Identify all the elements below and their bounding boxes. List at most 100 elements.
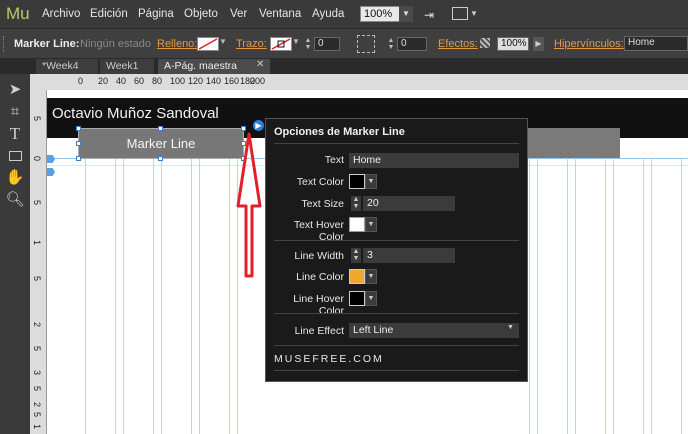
text-size-input[interactable]: 20 [363, 196, 455, 211]
menu-edicion[interactable]: Edición [90, 8, 128, 20]
stroke-dropdown-icon[interactable]: ▼ [292, 37, 300, 46]
line-color-dropdown-icon[interactable]: ▼ [365, 269, 377, 284]
line-hover-color-swatch[interactable] [349, 291, 365, 306]
stroke-stepper-icon[interactable]: ▲ ▼ [303, 37, 313, 51]
ruler-h-label: 20 [98, 76, 109, 86]
site-title[interactable]: Octavio Muñoz Sandoval [52, 105, 219, 122]
line-width-input[interactable]: 3 [363, 248, 455, 263]
state-label[interactable]: Ningún estado [80, 38, 151, 50]
stroke-link[interactable]: Trazo: [236, 38, 267, 50]
ruler-h-label: 160 [224, 76, 240, 86]
corner-stepper-icon[interactable]: ▲ ▼ [386, 37, 396, 51]
column-guide [199, 158, 200, 434]
ruler-h-label: 0 [78, 76, 84, 86]
ruler-v-label: 0 [32, 156, 42, 162]
tab-week4[interactable]: *Week4 [36, 59, 98, 74]
element-label: Marker Line: [14, 38, 80, 50]
crop-tool-icon[interactable]: ⌗ [5, 102, 25, 122]
tab-close-icon[interactable]: ✕ [256, 59, 264, 70]
divider [274, 313, 519, 314]
line-effect-dropdown-icon[interactable]: ▼ [507, 324, 514, 331]
zoom-tool-icon[interactable]: 🔍︎ [5, 190, 25, 210]
text-hover-color-swatch[interactable] [349, 217, 365, 232]
text-label: Text [324, 154, 344, 166]
selection-handle[interactable] [76, 156, 81, 161]
column-guide [161, 158, 162, 434]
effects-icon[interactable] [480, 38, 490, 48]
vertical-ruler: 5 0 5 1 5 2 5 3 5 2 5 1 [30, 90, 47, 434]
divider [274, 240, 519, 241]
upload-icon[interactable]: ⇥ [424, 8, 434, 22]
menu-ventana[interactable]: Ventana [259, 8, 301, 20]
column-guide [643, 158, 644, 434]
line-effect-label: Line Effect [294, 325, 344, 337]
column-guide [537, 158, 538, 434]
ruler-h-label: 60 [134, 76, 145, 86]
ruler-h-label: 140 [206, 76, 222, 86]
effects-link[interactable]: Efectos: [438, 38, 478, 50]
zoom-dropdown-icon[interactable]: ▼ [399, 6, 413, 22]
selection-handle[interactable] [76, 126, 81, 131]
preview-icon[interactable] [452, 7, 468, 20]
panel-title: Opciones de Marker Line [274, 126, 405, 138]
text-input[interactable]: Home [349, 153, 519, 168]
horizontal-ruler: 0 20 40 60 80 100 120 140 160 180 200 [30, 74, 688, 91]
marker-line-widget[interactable]: Marker Line [78, 128, 244, 159]
ruler-v-label: 1 [32, 424, 42, 430]
preview-dropdown-icon[interactable]: ▼ [470, 9, 478, 18]
menu-archivo[interactable]: Archivo [42, 8, 80, 20]
hand-tool-icon[interactable]: ✋ [5, 168, 25, 188]
ruler-v-label: 5 [32, 386, 42, 392]
selection-handle[interactable] [158, 126, 163, 131]
selection-tool-icon[interactable]: ➤ [5, 80, 25, 100]
nav-bar-placeholder[interactable] [520, 128, 620, 159]
column-guide [575, 158, 576, 434]
selection-handle[interactable] [158, 156, 163, 161]
menu-objeto[interactable]: Objeto [184, 8, 218, 20]
options-toggle-icon[interactable]: ▶ [253, 120, 264, 131]
brand-label: MUSEFREE.COM [274, 353, 384, 365]
column-guide [123, 158, 124, 434]
ruler-v-label: 5 [32, 276, 42, 282]
menu-ayuda[interactable]: Ayuda [312, 8, 344, 20]
column-guide [605, 158, 606, 434]
text-tool-icon[interactable]: T [5, 124, 25, 144]
ruler-v-label: 1 [32, 240, 42, 246]
text-color-swatch[interactable] [349, 174, 365, 189]
column-guide [529, 158, 530, 434]
tab-master-page[interactable]: A-Pág. maestra [158, 59, 270, 74]
text-color-dropdown-icon[interactable]: ▼ [365, 174, 377, 189]
ruler-v-label: 5 [32, 412, 42, 418]
corner-radius-input[interactable]: 0 [397, 37, 427, 51]
line-width-stepper-icon[interactable]: ▲ ▼ [351, 248, 361, 263]
divider [274, 370, 519, 371]
text-hover-color-dropdown-icon[interactable]: ▼ [365, 217, 377, 232]
text-size-stepper-icon[interactable]: ▲ ▼ [351, 196, 361, 211]
corner-radius-icon [357, 35, 375, 53]
line-hover-color-dropdown-icon[interactable]: ▼ [365, 291, 377, 306]
column-guide [567, 158, 568, 434]
opacity-arrow-icon[interactable]: ▶ [533, 37, 544, 51]
selection-handle[interactable] [241, 126, 246, 131]
line-effect-select[interactable]: Left Line [349, 323, 519, 338]
ruler-v-label: 2 [32, 322, 42, 328]
rectangle-tool-icon[interactable] [5, 146, 25, 166]
hyperlink-select[interactable]: Home [624, 36, 688, 51]
hyperlinks-link[interactable]: Hipervínculos: [554, 38, 624, 50]
line-color-label: Line Color [296, 271, 344, 283]
fill-dropdown-icon[interactable]: ▼ [219, 37, 227, 46]
opacity-input[interactable]: 100% [497, 37, 529, 51]
menu-ver[interactable]: Ver [230, 8, 247, 20]
marker-line-options-panel: Opciones de Marker Line Text Home Text C… [265, 118, 528, 382]
fill-swatch[interactable] [197, 37, 219, 51]
stroke-swatch[interactable] [270, 37, 292, 51]
text-size-label: Text Size [301, 198, 344, 210]
ruler-v-label: 5 [32, 200, 42, 206]
tab-week1[interactable]: Week1 [100, 59, 154, 74]
column-guide [681, 158, 682, 434]
selection-handle[interactable] [76, 141, 81, 146]
line-color-swatch[interactable] [349, 269, 365, 284]
menu-pagina[interactable]: Página [138, 8, 174, 20]
fill-link[interactable]: Relleno: [157, 38, 197, 50]
stroke-width-input[interactable]: 0 [314, 37, 340, 51]
